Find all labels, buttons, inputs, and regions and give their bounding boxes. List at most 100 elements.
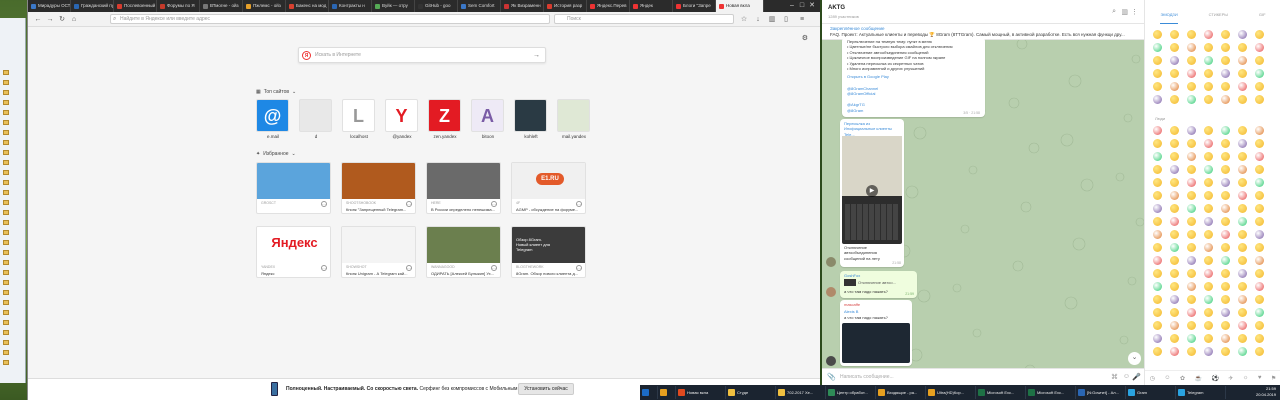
emoji-icon[interactable] [1153, 230, 1162, 239]
tab-emoji[interactable]: ЭМОДЗИ [1160, 12, 1178, 24]
emoji-icon[interactable] [1204, 217, 1213, 226]
emoji-icon[interactable] [1221, 321, 1230, 330]
emoji-icon[interactable] [1153, 334, 1162, 343]
yandex-search-box[interactable]: Я Искать в Интернете → [298, 47, 546, 63]
emoji-icon[interactable] [1153, 243, 1162, 252]
emoji-icon[interactable] [1204, 321, 1213, 330]
emoji-icon[interactable] [1170, 82, 1179, 91]
browser-tab[interactable]: ВТмогне - ойз [200, 0, 243, 12]
emoji-icon[interactable] [1204, 256, 1213, 265]
emoji-icon[interactable] [1170, 256, 1179, 265]
top-site-tile[interactable]: Z [428, 99, 461, 132]
browser-tab[interactable]: Бакенс на мод [286, 0, 329, 12]
favorite-card[interactable]: SHOOTSHOBOOK Кнопк "Запрещенный Telegram.… [341, 162, 416, 214]
emoji-icon[interactable] [1153, 82, 1162, 91]
emoji-icon[interactable] [1170, 230, 1179, 239]
emoji-icon[interactable] [1153, 269, 1162, 278]
emoji-icon[interactable] [1153, 321, 1162, 330]
emoji-icon[interactable] [1187, 217, 1196, 226]
emoji-icon[interactable] [1221, 69, 1230, 78]
emoji-icon[interactable] [1153, 69, 1162, 78]
emoji-icon[interactable] [1204, 243, 1213, 252]
explorer-folder-item[interactable] [3, 268, 23, 277]
favorite-card[interactable]: E1.RU 4F AGMP - обсуждение на форуме... ⋯ [511, 162, 586, 214]
system-clock[interactable]: 21:59 20.04.2019 [1256, 386, 1276, 398]
emoji-icon[interactable] [1255, 82, 1264, 91]
emoji-icon[interactable] [1255, 165, 1264, 174]
nature-icon[interactable]: ✿ [1180, 375, 1185, 382]
emoji-icon[interactable] [1170, 178, 1179, 187]
emoji-icon[interactable] [1187, 139, 1196, 148]
emoji-icon[interactable] [1187, 82, 1196, 91]
emoji-icon[interactable] [1170, 152, 1179, 161]
emoji-icon[interactable] [1255, 217, 1264, 226]
emoji-icon[interactable] [1221, 282, 1230, 291]
emoji-icon[interactable] [1204, 56, 1213, 65]
sidebar-icon[interactable]: ▯ [782, 16, 790, 24]
browser-tab[interactable]: GitHub - goo [415, 0, 458, 12]
play-icon[interactable]: ▶ [866, 185, 878, 197]
emoji-icon[interactable] [1255, 178, 1264, 187]
browser-tab[interactable]: Послевоенный гр [114, 0, 157, 12]
top-site-tile[interactable] [299, 99, 332, 132]
card-menu-icon[interactable]: ⋯ [321, 265, 327, 271]
emoji-icon[interactable] [1221, 308, 1230, 317]
card-menu-icon[interactable]: ⋯ [406, 201, 412, 207]
explorer-folder-item[interactable] [3, 358, 23, 367]
emoji-icon[interactable] [1238, 204, 1247, 213]
emoji-icon[interactable] [1153, 43, 1162, 52]
message-bubble-reply[interactable]: GoshFox Отключение автоо... а что там на… [840, 271, 917, 298]
emoji-icon[interactable] [1187, 152, 1196, 161]
tab-stickers[interactable]: СТИКЕРЫ [1209, 12, 1228, 24]
favorites-header[interactable]: ✦ Избранное ⌄ [256, 151, 296, 157]
emoji-icon[interactable] [1238, 347, 1247, 356]
library-icon[interactable]: ▥ [768, 16, 776, 24]
emoji-icon[interactable] [1255, 308, 1264, 317]
emoji-icon[interactable] [1255, 30, 1264, 39]
recent-icon[interactable]: ◷ [1150, 375, 1155, 382]
browser-tab[interactable]: Яндекс.Перев [587, 0, 630, 12]
avatar[interactable] [826, 287, 836, 297]
emoji-icon[interactable] [1255, 95, 1264, 104]
emoji-icon[interactable] [1238, 191, 1247, 200]
explorer-folder-item[interactable] [3, 78, 23, 87]
emoji-icon[interactable] [1170, 30, 1179, 39]
explorer-folder-item[interactable] [3, 218, 23, 227]
emoji-icon[interactable] [1204, 139, 1213, 148]
scroll-down-button[interactable]: ⌄ [1128, 352, 1141, 365]
explorer-folder-item[interactable] [3, 308, 23, 317]
explorer-folder-item[interactable] [3, 258, 23, 267]
food-icon[interactable]: ☕ [1195, 375, 1202, 382]
browser-tab[interactable]: Новая вкла [716, 0, 764, 12]
taskbar-item[interactable]: Входящие - ра... [876, 386, 926, 399]
browser-tab[interactable]: Мирадуры ОСТ н [28, 0, 71, 12]
bookmarks-icon[interactable]: ☆ [740, 16, 748, 24]
emoji-icon[interactable] [1204, 43, 1213, 52]
browser-tab[interactable]: Блоги "Запре [673, 0, 716, 12]
browser-tab[interactable]: Пжлемс - ойз [243, 0, 286, 12]
emoji-icon[interactable] [1153, 126, 1162, 135]
chat-name[interactable]: AKTG [828, 5, 845, 11]
explorer-folder-item[interactable] [3, 148, 23, 157]
message-bubble[interactable]: mascaffe Alexis B а что там надо нажать? [840, 300, 912, 366]
emoji-icon[interactable] [1204, 95, 1213, 104]
emoji-icon[interactable] [1204, 347, 1213, 356]
search-icon[interactable]: ⌕ [1112, 8, 1116, 16]
explorer-folder-item[interactable] [3, 328, 23, 337]
emoji-icon[interactable] [1170, 217, 1179, 226]
emoji-icon[interactable] [1255, 256, 1264, 265]
top-site-tile[interactable] [557, 99, 590, 132]
explorer-folder-item[interactable] [3, 108, 23, 117]
reload-icon[interactable]: ↻ [58, 16, 66, 24]
emoji-icon[interactable] [1238, 178, 1247, 187]
emoji-icon[interactable] [1255, 243, 1264, 252]
emoji-icon[interactable] [1153, 217, 1162, 226]
emoji-icon[interactable] [1153, 191, 1162, 200]
emoji-icon[interactable] [1204, 82, 1213, 91]
objects-icon[interactable]: ☼ [1243, 375, 1249, 381]
explorer-folder-item[interactable] [3, 198, 23, 207]
emoji-icon[interactable] [1221, 152, 1230, 161]
emoji-icon[interactable]: ☺ [1123, 373, 1130, 380]
emoji-icon[interactable] [1170, 139, 1179, 148]
emoji-icon[interactable] [1221, 295, 1230, 304]
